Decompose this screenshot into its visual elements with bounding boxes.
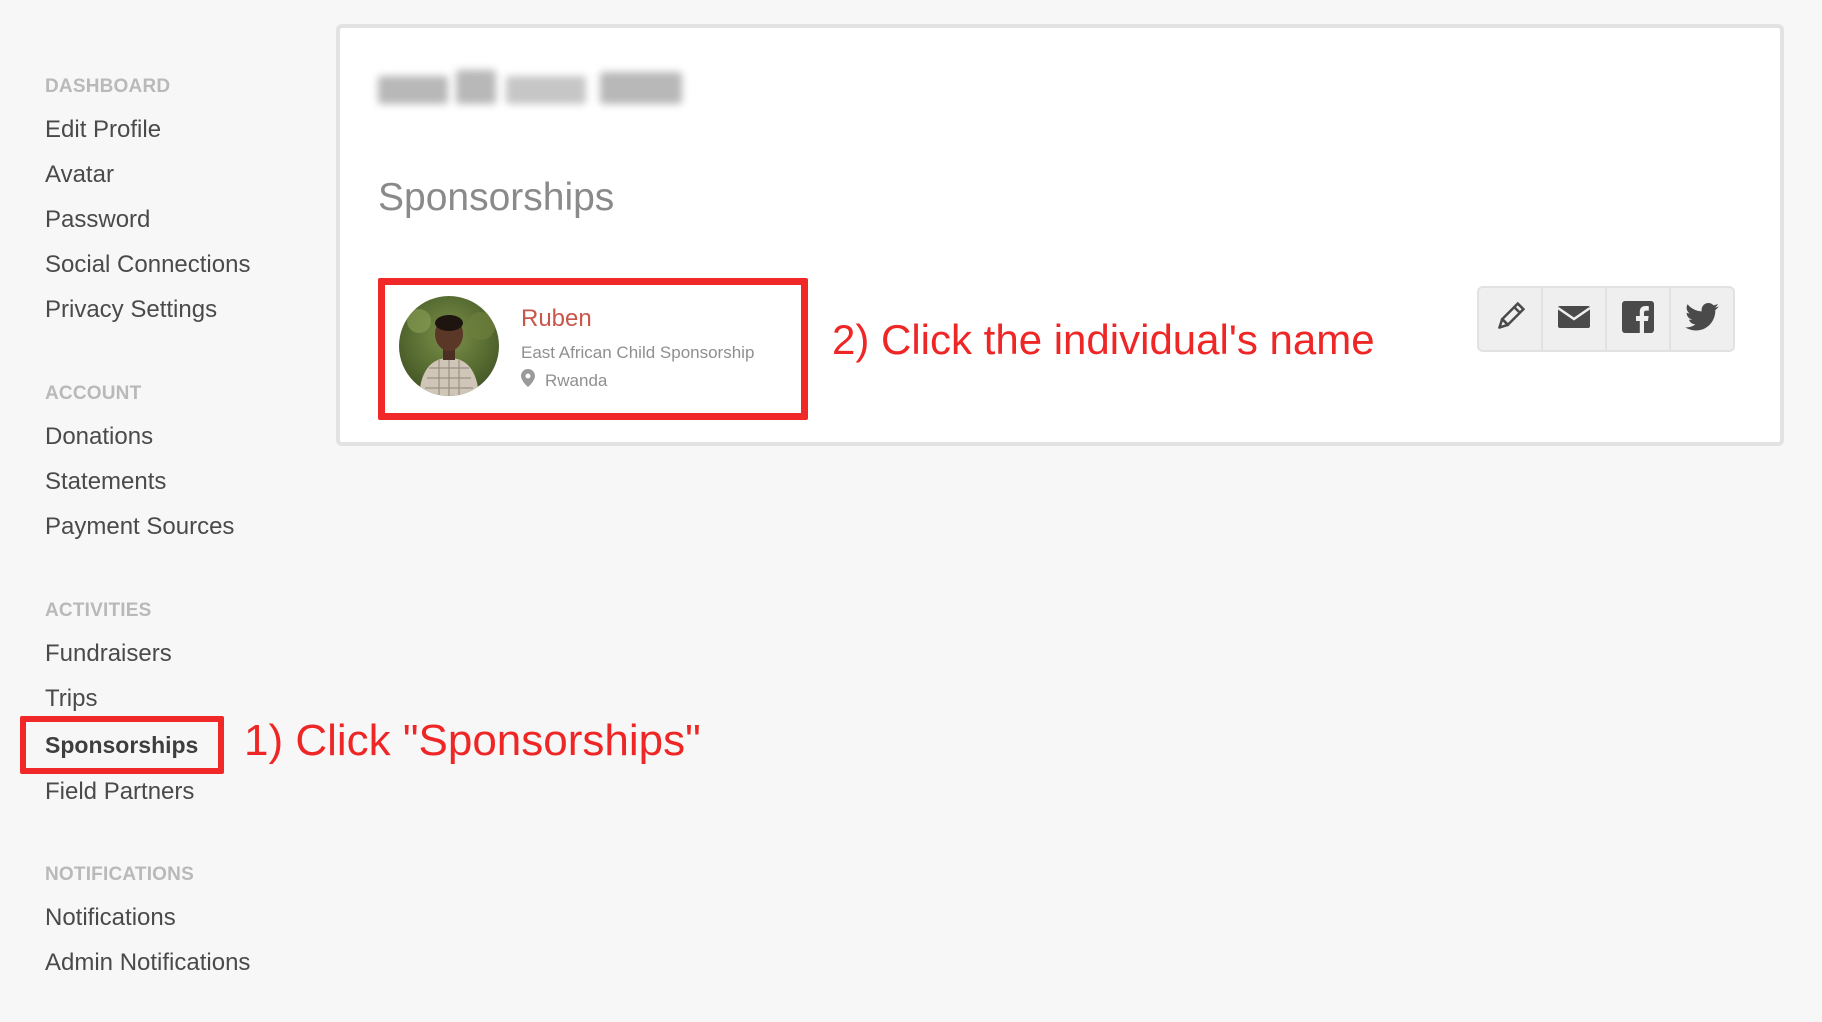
sidebar-item-admin-notifications[interactable]: Admin Notifications (45, 949, 250, 977)
email-button[interactable] (1543, 288, 1607, 350)
sponsorships-card: Sponsorships Ruben East African Child Sp… (336, 24, 1784, 446)
pencil-icon (1493, 300, 1527, 339)
annotation-step-1: 1) Click "Sponsorships" (244, 716, 701, 765)
sponsored-child-name-link[interactable]: Ruben (521, 305, 592, 333)
sponsorship-item-highlight: Ruben East African Child Sponsorship Rwa… (378, 278, 808, 420)
page-title: Sponsorships (378, 176, 615, 219)
sidebar-item-fundraisers[interactable]: Fundraisers (45, 640, 172, 668)
section-heading-notifications: NOTIFICATIONS (45, 864, 194, 885)
sidebar-item-trips[interactable]: Trips (45, 685, 97, 713)
sponsorships-highlight-box (20, 716, 224, 774)
map-pin-icon (521, 369, 535, 392)
avatar[interactable] (399, 296, 499, 396)
sidebar-item-privacy-settings[interactable]: Privacy Settings (45, 296, 217, 324)
section-heading-account: ACCOUNT (45, 383, 142, 404)
twitter-share-button[interactable] (1671, 288, 1733, 350)
sponsorship-actions (1477, 286, 1735, 352)
sponsorship-location: Rwanda (521, 369, 607, 392)
facebook-icon (1622, 300, 1654, 338)
section-heading-activities: ACTIVITIES (45, 600, 152, 621)
sponsorship-program: East African Child Sponsorship (521, 343, 755, 362)
sidebar-item-password[interactable]: Password (45, 206, 150, 234)
sidebar-item-edit-profile[interactable]: Edit Profile (45, 116, 161, 144)
blurred-user-name (378, 66, 683, 114)
sidebar-item-notifications[interactable]: Notifications (45, 904, 176, 932)
location-text: Rwanda (545, 370, 608, 390)
sidebar-item-payment-sources[interactable]: Payment Sources (45, 513, 234, 541)
annotation-step-2: 2) Click the individual's name (832, 316, 1375, 363)
sidebar-item-field-partners[interactable]: Field Partners (45, 778, 194, 806)
section-heading-dashboard: DASHBOARD (45, 76, 171, 97)
sidebar-item-donations[interactable]: Donations (45, 423, 153, 451)
edit-button[interactable] (1479, 288, 1543, 350)
sidebar-item-avatar[interactable]: Avatar (45, 161, 114, 189)
twitter-icon (1685, 302, 1719, 336)
facebook-share-button[interactable] (1607, 288, 1671, 350)
sidebar-item-social-connections[interactable]: Social Connections (45, 251, 250, 279)
sidebar-item-statements[interactable]: Statements (45, 468, 166, 496)
envelope-icon (1557, 304, 1591, 335)
